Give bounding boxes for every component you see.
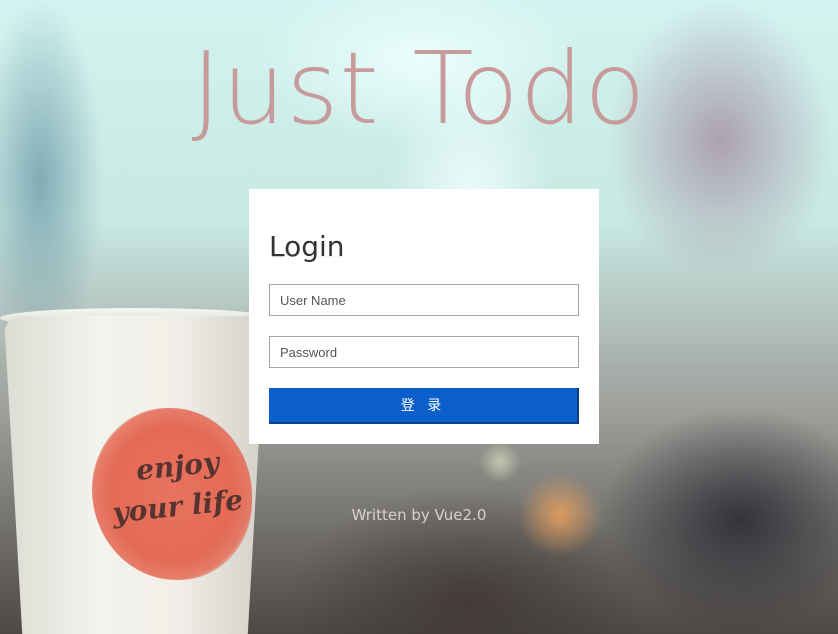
username-input[interactable]: [269, 284, 579, 316]
login-card: Login 登 录: [249, 189, 599, 444]
login-heading: Login: [269, 230, 345, 263]
footer-credit: Written by Vue2.0: [351, 506, 487, 524]
app-title: Just Todo: [191, 30, 647, 147]
password-input[interactable]: [269, 336, 579, 368]
login-button[interactable]: 登 录: [269, 388, 579, 424]
